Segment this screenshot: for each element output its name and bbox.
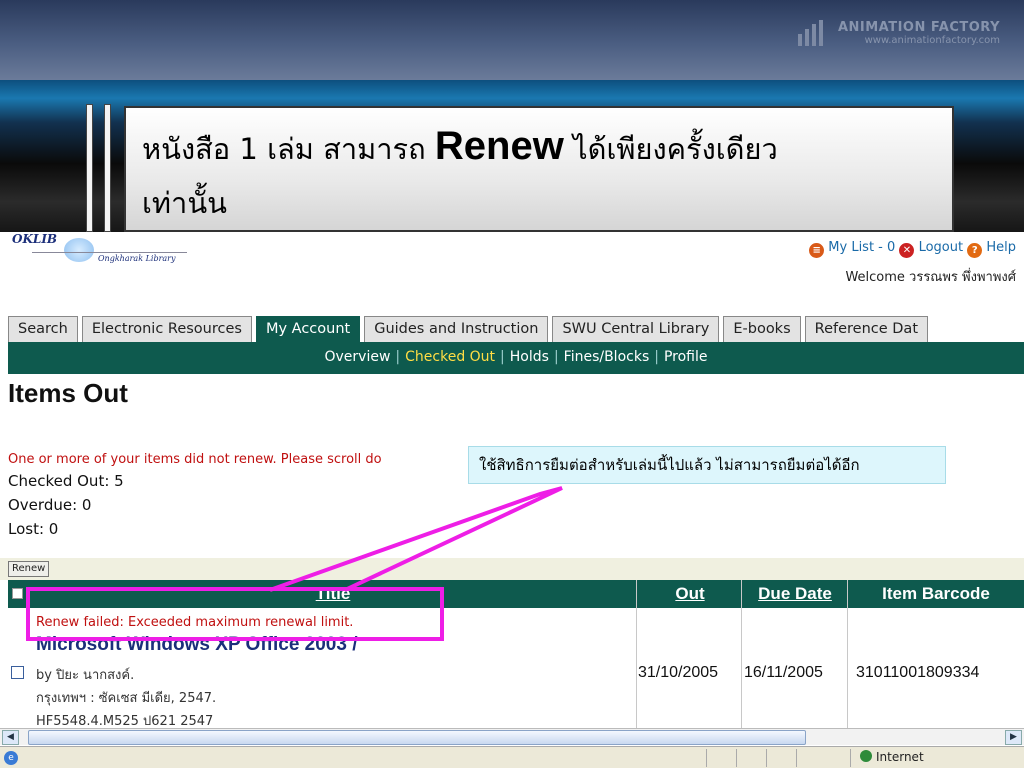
subnav-checked-out[interactable]: Checked Out (405, 349, 495, 365)
browser-page: OKLIB Ongkharak Library ≡ My List - 0 ✕ … (0, 232, 1024, 768)
decor-bar (86, 104, 93, 232)
main-tabs: Search Electronic Resources My Account Guid… (8, 316, 932, 342)
lost-count: Lost: 0 (8, 520, 59, 538)
logo-globe-icon (64, 238, 94, 262)
list-icon: ≡ (809, 243, 825, 258)
status-divider (850, 749, 851, 767)
select-all-checkbox[interactable] (12, 588, 23, 599)
security-zone: Internet (860, 750, 924, 764)
highlight-box (26, 587, 444, 641)
due-date-column-header[interactable]: Due Date (742, 580, 848, 608)
subnav-fines-blocks[interactable]: Fines/Blocks (564, 349, 650, 365)
tab-swu-central-library[interactable]: SWU Central Library (552, 316, 720, 342)
zone-label: Internet (876, 750, 924, 764)
animation-factory-logo: ANIMATION FACTORY www.animationfactory.c… (797, 20, 1000, 46)
account-links: ≡ My List - 0 ✕ Logout ? Help (809, 240, 1016, 258)
status-bar: e Internet (0, 746, 1024, 768)
status-divider (736, 749, 737, 767)
item-out-date: 31/10/2005 (638, 664, 719, 681)
oklib-logo[interactable]: OKLIB Ongkharak Library (12, 232, 192, 272)
account-subnav: Overview | Checked Out | Holds | Fines/Blocks |… (8, 342, 1024, 374)
logo-text: OKLIB (12, 232, 58, 246)
title-bold-text: Renew (434, 124, 564, 168)
tab-guides[interactable]: Guides and Instruction (364, 316, 549, 342)
page-status-icon: e (4, 751, 18, 765)
tab-reference[interactable]: Reference Dat (804, 316, 929, 342)
slide-header-bar: ANIMATION FACTORY www.animationfactory.c… (0, 0, 1024, 80)
annotation-callout: ใช้สิทธิการยืมต่อสำหรับเล่มนี้ไปแล้ว ไม่… (468, 446, 946, 484)
my-list-link[interactable]: My List - 0 (828, 240, 895, 255)
renew-bar: Renew (0, 558, 1024, 580)
overdue-count: Overdue: 0 (8, 496, 92, 514)
help-link[interactable]: Help (986, 240, 1016, 255)
checked-out-count: Checked Out: 5 (8, 472, 124, 490)
logo-main-text: ANIMATION FACTORY (837, 20, 1000, 35)
title-text: ได้เพียงครั้งเดียว (563, 132, 778, 166)
status-divider (796, 749, 797, 767)
barcode-column-header: Item Barcode (882, 584, 990, 603)
item-author: by ปิยะ นากสงค์. (36, 668, 135, 683)
logout-link[interactable]: Logout (919, 240, 964, 255)
scroll-right-icon[interactable]: ▶ (1005, 730, 1022, 745)
status-divider (706, 749, 707, 767)
welcome-text: Welcome วรรณพร พึ่งพาพงศ์ (845, 270, 1016, 285)
status-divider (766, 749, 767, 767)
column-divider (741, 580, 742, 728)
slide-title-box: หนังสือ 1 เล่ม สามารถ Renew ได้เพียงครั้… (124, 106, 954, 232)
item-barcode: 31011001809334 (856, 664, 980, 681)
scroll-left-icon[interactable]: ◀ (2, 730, 19, 745)
logo-subtitle: Ongkharak Library (98, 254, 176, 263)
logo-bars-icon (797, 20, 823, 46)
decor-bar (104, 104, 111, 232)
scrollbar-thumb[interactable] (28, 730, 806, 745)
title-text: หนังสือ 1 เล่ม สามารถ (142, 132, 435, 166)
subnav-holds[interactable]: Holds (510, 349, 549, 365)
slide-title-line-2: เท่านั้น (142, 186, 227, 220)
item-publisher: กรุงเทพฯ : ซัคเซส มีเดีย, 2547. (36, 691, 217, 706)
tab-ebooks[interactable]: E-books (723, 316, 801, 342)
close-icon: ✕ (899, 243, 915, 258)
tab-search[interactable]: Search (8, 316, 78, 342)
column-divider (847, 580, 848, 728)
out-column-header[interactable]: Out (638, 580, 742, 608)
renew-button[interactable]: Renew (8, 561, 50, 577)
tab-my-account[interactable]: My Account (255, 316, 361, 342)
globe-icon (860, 750, 872, 762)
horizontal-scrollbar[interactable]: ◀ ▶ (0, 728, 1024, 745)
subnav-overview[interactable]: Overview (325, 349, 391, 365)
column-divider (636, 580, 637, 728)
help-icon: ? (967, 243, 983, 258)
logo-rule (32, 252, 187, 253)
page-title: Items Out (8, 378, 128, 408)
subnav-profile[interactable]: Profile (664, 349, 708, 365)
logo-url-text: www.animationfactory.com (864, 35, 1000, 46)
item-checkbox[interactable] (11, 666, 24, 679)
item-due-date: 16/11/2005 (744, 664, 823, 681)
renew-warning: One or more of your items did not renew.… (8, 452, 382, 467)
slide-title-line-1: หนังสือ 1 เล่ม สามารถ Renew ได้เพียงครั้… (142, 124, 778, 172)
tab-electronic-resources[interactable]: Electronic Resources (81, 316, 252, 342)
